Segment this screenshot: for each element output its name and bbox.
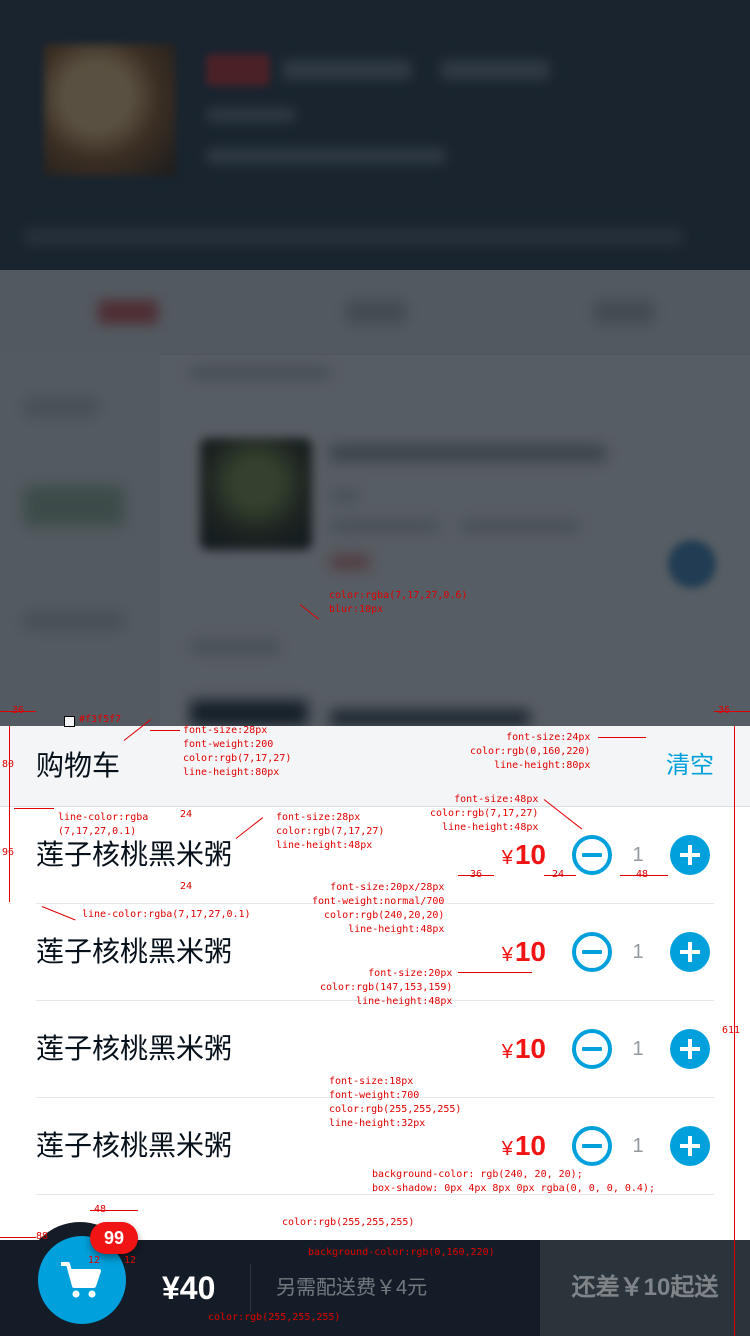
price-spec: font-size:20px/28px font-weight:normal/7… [312, 882, 445, 935]
dim-label: 24 [180, 809, 193, 820]
dim-line [620, 875, 668, 876]
dim-line [9, 726, 10, 806]
badge-bg-spec: background-color: rgb(240, 20, 20); box-… [372, 1169, 655, 1194]
leader-line [14, 808, 54, 809]
header-bg-spec: #f3f5f7 [79, 714, 122, 725]
decrease-button[interactable] [572, 835, 612, 875]
color-swatch [64, 716, 75, 727]
count-spec: font-size:20px color:rgb(147,153,159) li… [320, 968, 453, 1007]
food-count: 1 [632, 941, 644, 963]
leader-line [150, 730, 180, 731]
leader-line [598, 737, 646, 738]
logo-icon-spec: color:rgb(255,255,255) [208, 1312, 341, 1323]
line-spec: line-color:rgba (7,17,27,0.1) [58, 812, 149, 837]
total-price: ¥40 [162, 1270, 216, 1306]
increase-button[interactable] [670, 1126, 710, 1166]
shopcart-title: 购物车 [36, 750, 121, 781]
clear-button[interactable]: 清空 [666, 726, 714, 806]
decrease-button[interactable] [572, 932, 612, 972]
increase-button[interactable] [670, 932, 710, 972]
name-spec: font-size:28px color:rgb(7,17,27) line-h… [276, 812, 385, 851]
clear-spec: font-size:24px color:rgb(0,160,220) line… [470, 732, 591, 771]
dim-line [9, 806, 10, 902]
dim-line [90, 1210, 138, 1211]
white-spec: color:rgb(255,255,255) [282, 1217, 415, 1228]
currency-symbol: ¥ [501, 847, 513, 869]
footer-divider [250, 1264, 251, 1312]
badge-spec: font-size:18px font-weight:700 color:rgb… [329, 1076, 462, 1129]
title-spec: font-size:28px font-weight:200 color:rgb… [183, 725, 292, 778]
food-count: 1 [632, 1038, 644, 1060]
background-page [0, 0, 750, 726]
dim-line [544, 875, 576, 876]
food-price: ¥10 [502, 1025, 546, 1076]
dim-label: 611 [722, 1025, 741, 1036]
leader-line [458, 972, 532, 973]
dim-label: 12 [88, 1255, 101, 1266]
decrease-button[interactable] [572, 1126, 612, 1166]
delivery-fee-text: 另需配送费￥4元 [276, 1277, 428, 1299]
increase-button[interactable] [670, 1029, 710, 1069]
food-name: 莲子核桃黑米粥 [36, 1033, 233, 1064]
dim-label: 24 [180, 881, 193, 892]
price-value: 10 [514, 936, 546, 967]
decrease-button[interactable] [572, 1029, 612, 1069]
food-price: ¥10 [502, 1122, 546, 1173]
food-name: 莲子核桃黑米粥 [36, 1130, 233, 1161]
currency-symbol: ¥ [501, 1041, 513, 1063]
logo-bg-spec: background-color:rgb(0,160,220) [308, 1247, 495, 1258]
food-count: 1 [632, 1135, 644, 1157]
price-value: 10 [514, 839, 546, 870]
mask-overlay[interactable] [0, 0, 750, 726]
button-spec: font-size:48px color:rgb(7,17,27) line-h… [430, 794, 539, 833]
pay-label: 还差￥10起送 [571, 1274, 719, 1301]
dim-label: 12 [124, 1255, 137, 1266]
dim-line [458, 875, 494, 876]
dim-line [714, 711, 750, 712]
dim-label: 88 [36, 1231, 49, 1242]
line-spec: line-color:rgba(7,17,27,0.1) [82, 909, 251, 920]
food-price: ¥10 [502, 831, 546, 882]
price-value: 10 [514, 1130, 546, 1161]
price-value: 10 [514, 1033, 546, 1064]
food-name: 莲子核桃黑米粥 [36, 936, 233, 967]
cart-count-badge: 99 [90, 1222, 138, 1254]
currency-symbol: ¥ [501, 944, 513, 966]
currency-symbol: ¥ [501, 1138, 513, 1160]
dim-line [0, 1237, 36, 1238]
shopcart-header: 购物车 清空 [0, 726, 750, 807]
mask-spec: color:rgba(7,17,27,0.6) blur:10px [329, 590, 468, 615]
pay-button[interactable]: 还差￥10起送 [540, 1240, 750, 1336]
increase-button[interactable] [670, 835, 710, 875]
dim-line [0, 711, 36, 712]
